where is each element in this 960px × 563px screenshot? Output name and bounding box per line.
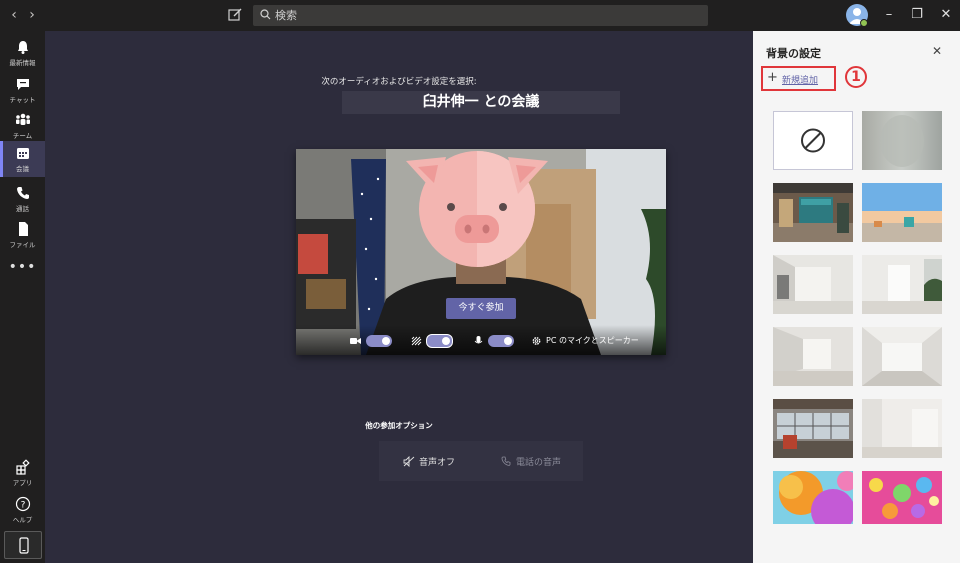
rail-item-help[interactable]: ? ヘルプ [0,492,45,528]
phone-audio-option[interactable]: 電話の音声 [516,455,561,468]
back-arrow-icon[interactable]: ‹ [5,6,23,24]
gear-icon[interactable] [531,336,542,346]
background-settings-panel: 背景の設定 ✕ + 新規追加 1 [753,31,960,563]
background-beach-option[interactable] [862,183,942,242]
background-effects-icon [411,336,422,346]
camera-toggle[interactable] [366,335,392,347]
calendar-icon [16,148,29,159]
compose-icon[interactable] [227,7,243,23]
prejoin-subtitle: 次のオーディオおよびビデオ設定を選択: [321,77,477,87]
pre-join-stage: 次のオーディオおよびビデオ設定を選択: 臼井伸一 との会議 今すぐ参加 PC の… [45,31,753,563]
phone-icon [501,456,511,466]
search-input[interactable]: 検索 [253,5,708,26]
microphone-icon [474,336,483,344]
no-background-icon [801,128,825,153]
rail-label: 通話 [16,205,29,213]
video-preview: 今すぐ参加 PC のマイクとスピーカー [296,149,666,355]
mobile-app-button[interactable] [4,531,42,559]
rail-label: チーム [12,132,33,140]
search-icon [260,9,271,20]
background-room-4-option[interactable] [862,327,942,386]
audio-device-label[interactable]: PC のマイクとスピーカー [546,335,639,346]
annotation-badge: 1 [845,66,867,88]
rail-label: 会議 [16,165,29,173]
rail-label: アプリ [12,479,33,487]
chat-icon [16,79,29,90]
microphone-toggle[interactable] [488,335,514,347]
rail-label: 最新情報 [9,59,36,67]
rail-item-calls[interactable]: 通話 [0,181,45,217]
background-room-2-option[interactable] [862,255,942,314]
help-icon: ? [15,496,30,512]
rail-item-files[interactable]: ファイル [0,217,45,253]
other-join-options-title: 他の参加オプション [365,421,433,430]
add-new-background-button[interactable]: + 新規追加 [761,66,836,91]
background-none-option[interactable] [773,111,853,170]
file-icon [18,222,28,236]
close-icon[interactable]: ✕ [932,44,942,58]
background-loft-option[interactable] [773,399,853,458]
join-now-button[interactable]: 今すぐ参加 [446,298,516,319]
title-bar: ‹ › 検索 – ❐ ✕ [0,0,960,31]
other-join-options: 音声オフ 電話の音声 [379,441,583,481]
background-room-1-option[interactable] [773,255,853,314]
background-effects-toggle[interactable] [426,334,453,348]
background-balloons-1-option[interactable] [773,471,853,530]
background-studio-option[interactable] [862,399,942,458]
presence-status-icon [860,19,868,27]
mobile-phone-icon [19,537,29,554]
more-apps-icon[interactable]: ••• [0,259,45,275]
rail-item-activity[interactable]: 最新情報 [0,35,45,71]
background-room-3-option[interactable] [773,327,853,386]
background-office-option[interactable] [773,183,853,242]
rail-label: ヘルプ [12,516,33,524]
forward-arrow-icon[interactable]: › [23,6,41,24]
speaker-off-icon [403,456,415,467]
plus-icon: + [767,70,778,85]
rail-item-meetings[interactable]: 会議 [0,141,45,177]
svg-text:?: ? [20,501,25,511]
audio-off-option[interactable]: 音声オフ [419,455,455,468]
minimize-button[interactable]: – [880,6,898,24]
phone-icon [16,187,29,199]
apps-icon [15,459,30,475]
rail-label: ファイル [9,241,36,249]
bell-icon [17,41,28,54]
meeting-title: 臼井伸一 との会議 [342,91,620,114]
add-new-label: 新規追加 [782,76,819,86]
rail-item-apps[interactable]: アプリ [0,455,45,491]
rail-item-teams[interactable]: チーム [0,108,45,144]
panel-title: 背景の設定 [766,47,821,60]
background-blur-option[interactable] [862,111,942,170]
rail-item-chat[interactable]: チャット [0,72,45,108]
rail-label: チャット [9,96,36,104]
app-rail: 最新情報 チャット チーム 会議 通話 ファイル ••• アプリ ? ヘルプ [0,31,45,563]
maximize-button[interactable]: ❐ [908,6,926,24]
camera-icon [350,338,361,344]
teams-icon [15,113,30,125]
close-window-button[interactable]: ✕ [937,6,955,24]
background-balloons-2-option[interactable] [862,471,942,530]
search-placeholder: 検索 [275,9,297,22]
device-controls: PC のマイクとスピーカー [296,325,666,355]
